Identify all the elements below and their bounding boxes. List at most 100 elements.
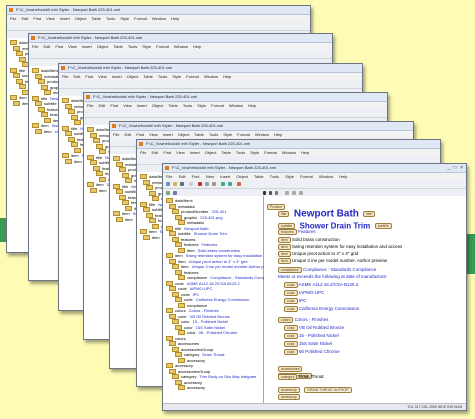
menu-help[interactable]: Help [339,174,347,179]
menu-item[interactable]: Format [134,16,147,21]
menu-item[interactable]: Edit [73,74,80,79]
tree-node[interactable]: itemSolid brass construction [178,248,240,253]
tree-node[interactable]: titleNewport Bath [166,226,208,231]
menu-item[interactable]: Find [55,44,63,49]
menu-item[interactable]: Insert [82,44,92,49]
menu-item[interactable]: Insert [190,150,200,155]
menu-format[interactable]: Format [300,174,313,179]
menu-item[interactable]: Table [91,16,101,21]
menu-item[interactable]: Tools [236,150,245,155]
subtitle-tag[interactable]: subtitle [278,222,296,229]
tree-node[interactable]: itemUnique pivot action to 4" x 4" grid [169,259,247,264]
menu-item[interactable]: File [32,44,38,49]
menu-item[interactable]: View [176,150,185,155]
menu-item[interactable]: Table [194,132,204,137]
menu-item[interactable]: Find [110,103,118,108]
menu-item[interactable]: Style [172,74,181,79]
menu-item[interactable]: Object [97,44,109,49]
menu-item[interactable]: Find [85,74,93,79]
tree-node[interactable]: colors [166,336,189,341]
tree-node[interactable]: features [172,237,198,242]
tree-node[interactable]: accessory [178,385,208,391]
menu-find[interactable]: Find [192,174,200,179]
menu-item[interactable]: File [140,150,146,155]
menu-item[interactable]: File [62,74,68,79]
redo-icon[interactable] [228,182,232,186]
menu-item[interactable]: File [113,132,119,137]
paste-icon[interactable] [212,182,216,186]
menu-edit[interactable]: Edit [179,174,186,179]
category-tag[interactable]: category [278,374,298,380]
menu-item[interactable]: Format [186,74,199,79]
tree-node[interactable]: features [175,270,201,275]
menu-item[interactable]: Tools [158,74,167,79]
tree-node[interactable]: itemSwing retention system for easy inst… [166,253,262,259]
tree-node[interactable]: accessory [175,380,205,385]
italic-icon[interactable] [269,191,272,195]
menu-item[interactable]: Table [143,74,153,79]
menu-item[interactable]: Edit [21,16,28,21]
menu-item[interactable]: Help [248,103,256,108]
accessory-tag-2[interactable]: accessory [278,393,300,400]
menu-item[interactable]: Style [120,16,129,21]
align-center-icon[interactable] [292,191,296,195]
menu-insert[interactable]: Insert [220,174,230,179]
align-right-icon[interactable] [299,191,303,195]
menu-tools[interactable]: Tools [270,174,279,179]
align-left-icon[interactable] [285,191,289,195]
new-icon[interactable] [166,182,170,186]
menu-item[interactable]: Window [204,74,218,79]
tree-node[interactable]: color VB Oil Rubbed Bronze [169,314,230,319]
menu-item[interactable]: Insert [163,132,173,137]
menu-item[interactable]: Format [156,44,169,49]
menu-item[interactable]: Help [171,16,179,21]
menu-item[interactable]: Edit [43,44,50,49]
menu-item[interactable]: Table [113,44,123,49]
tree-node[interactable]: accessories [169,341,202,347]
tree-node[interactable]: code California Energy Commission [175,297,249,303]
menu-item[interactable]: Style [197,103,206,108]
menu-item[interactable]: Style [250,150,259,155]
menu-item[interactable]: Format [237,132,250,137]
menu-item[interactable]: Window [152,16,166,21]
menu-item[interactable]: Object [152,103,164,108]
menu-item[interactable]: Insert [137,103,147,108]
tag-icon[interactable] [166,191,170,195]
menu-item[interactable]: View [98,74,107,79]
tree-node[interactable]: category Trim Body on Sku May integrate [172,374,256,380]
menu-item[interactable]: Find [136,132,144,137]
tree-node[interactable]: code IPC [172,292,199,297]
tree-node[interactable]: accessoriesGroup [172,347,216,352]
features-tag[interactable]: features [278,229,297,235]
find-icon[interactable] [237,182,241,186]
menu-item[interactable]: Object [75,16,87,21]
title-tag[interactable]: title [278,210,290,217]
menu-view[interactable]: View [206,174,215,179]
menu-object[interactable]: Object [236,174,248,179]
menu-item[interactable]: View [123,103,132,108]
window-controls[interactable]: _ □ × [448,165,465,171]
menu-item[interactable]: Style [142,44,151,49]
title-end-tag[interactable]: title [363,210,375,217]
tree-node[interactable]: data/Itemi [166,198,196,204]
menu-file[interactable]: File [166,174,172,179]
save-icon[interactable] [180,182,184,186]
tree-node[interactable]: color 06 - Polished Chrome [178,330,237,336]
menu-item[interactable]: Insert [112,74,122,79]
menu-item[interactable]: Find [163,150,171,155]
menu-table[interactable]: Table [254,174,264,179]
tree-node[interactable]: accessory [178,358,208,363]
menu-item[interactable]: View [46,16,55,21]
menu-item[interactable]: Window [255,132,269,137]
menu-item[interactable]: View [149,132,158,137]
menu-item[interactable]: Help [223,74,231,79]
menu-item[interactable]: Format [211,103,224,108]
cut-icon[interactable] [198,182,202,186]
menu-item[interactable]: Insert [60,16,70,21]
accessory-link[interactable]: DRAIN THROAT AUTHOR [304,386,352,393]
tree-node[interactable]: color 15 - Polished Nickel [172,319,228,325]
menu-item[interactable]: Object [178,132,190,137]
tree-node[interactable]: accessoriesGroup [169,369,213,374]
menu-item[interactable]: Help [193,44,201,49]
tree-node[interactable]: colors Colors - Finishes [166,308,219,314]
